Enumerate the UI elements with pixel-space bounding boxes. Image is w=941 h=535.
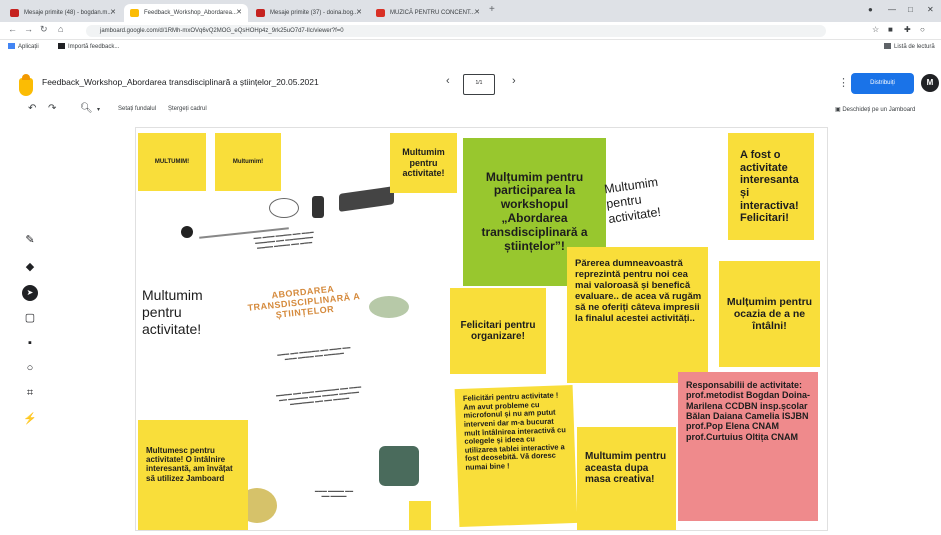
account-icon[interactable]: ○ (920, 25, 925, 34)
reading-list-label: Listă de lectură (894, 44, 935, 50)
pen-icon[interactable]: ✎ (22, 232, 38, 248)
textbox-icon[interactable]: ⌗ (22, 385, 38, 401)
reading-list[interactable]: Listă de lectură (884, 43, 935, 50)
sticky-note[interactable]: Multumim! (215, 133, 281, 191)
poster-details-text: ▬▬▬▬ ▬▬ ▬▬▬ ▬▬▬▬▬▬ ▬▬ ▬▬▬ ▬▬ ▬▬▬▬▬ ▬▬▬ ▬▬… (275, 383, 362, 407)
youtube-icon (376, 9, 385, 17)
sticky-note[interactable]: Multumim pentru activitate! (390, 133, 457, 193)
url-field[interactable]: jamboard.google.com/d/1RMh-mxOVq6vQ2MOG_… (86, 25, 826, 37)
browser-tab[interactable]: Mesaje primite (37) - doina.bog... ✕ (250, 4, 368, 22)
previous-frame-icon[interactable]: ‹ (446, 75, 450, 87)
new-tab-button[interactable]: + (489, 4, 495, 15)
reload-icon[interactable]: ↻ (40, 24, 48, 35)
close-tab-icon[interactable]: ✕ (474, 4, 480, 22)
jamboard-canvas[interactable]: ▬▬ ▬▬▬ ▬▬▬▬ ▬▬ ▬▬▬ ▬▬▬▬▬ ▬▬ ▬▬▬▬▬▬▬ ▬▬▬▬ ▬… (135, 127, 828, 531)
poster-footer-text: ▬▬▬ ▬▬▬▬ ▬▬ ▬▬ ▬▬▬▬ (314, 488, 354, 498)
bookmark-apps[interactable]: Aplicații (8, 43, 39, 50)
eraser-icon[interactable]: ◆ (22, 259, 38, 275)
open-in-jamboard-link[interactable]: ▣ Deschideți pe un Jamboard (835, 106, 915, 113)
reading-list-icon (884, 43, 891, 49)
select-icon[interactable]: ➤ (22, 285, 38, 301)
text-box[interactable]: Multumim pentru activitate! (142, 287, 237, 337)
open-jamboard-label: Deschideți pe un Jamboard (842, 107, 916, 113)
tab-label: MUZICĂ PENTRU CONCENT... (390, 10, 476, 16)
image-icon[interactable]: ▪ (22, 335, 38, 351)
browser-tab[interactable]: Mesaje primite (48) - bogdan.m... ✕ (4, 4, 122, 22)
poster-body-text: ▬▬▬ ▬▬ ▬▬▬▬▬ ▬▬ ▬▬▬ ▬▬ ▬▬▬ ▬▬▬▬ ▬▬ ▬▬▬▬▬ (276, 344, 351, 362)
zoom-icon[interactable]: 🔍︎ (80, 103, 93, 114)
jamboard-icon (130, 9, 139, 17)
document-title[interactable]: Feedback_Workshop_Abordarea transdiscipl… (42, 77, 319, 87)
undo-icon[interactable]: ↶ (28, 103, 36, 114)
set-background-button[interactable]: Setați fundalul (118, 106, 156, 112)
tab-label: Mesaje primite (37) - doina.bog... (270, 10, 359, 16)
forward-icon[interactable]: → (24, 24, 33, 34)
share-button[interactable]: Distribuiți (851, 73, 914, 94)
home-icon[interactable]: ⌂ (58, 24, 63, 34)
close-tab-icon[interactable]: ✕ (236, 4, 242, 22)
cnam-logo-icon (339, 186, 394, 212)
sticky-note[interactable]: Multumim pentru aceasta dupa masa creati… (577, 427, 676, 530)
close-tab-icon[interactable]: ✕ (356, 4, 362, 22)
profile-icon[interactable]: ● (868, 5, 873, 14)
crest-icon (312, 196, 324, 218)
sticky-note[interactable]: Felicitari pentru organizare! (450, 288, 546, 374)
sticky-note[interactable]: A fost o activitate interesanta și inter… (728, 133, 814, 240)
redo-icon[interactable]: ↷ (48, 103, 56, 114)
next-frame-icon[interactable]: › (512, 75, 516, 87)
clear-frame-button[interactable]: Ștergeți cadrul (168, 106, 207, 112)
jam-toolbar: ↶ ↷ 🔍︎ ▾ Setați fundalul Ștergeți cadrul (0, 103, 941, 121)
back-icon[interactable]: ← (8, 24, 17, 34)
school-logo-icon (269, 198, 299, 218)
browser-tab-active[interactable]: Feedback_Workshop_Abordarea... ✕ (124, 4, 248, 22)
browser-tab-strip: Mesaje primite (48) - bogdan.m... ✕ Feed… (0, 0, 941, 22)
share-label: Distribuiți (870, 80, 895, 86)
bookmark-label: Importă feedback... (68, 44, 120, 50)
bookmark-icon (58, 43, 65, 49)
close-window-icon[interactable]: ✕ (927, 5, 934, 14)
url-text: jamboard.google.com/d/1RMh-mxOVq6vQ2MOG_… (100, 28, 344, 34)
poster-title: ABORDAREA TRANSDISCIPLINARĂ A ȘTIINȚELOR (247, 283, 361, 320)
sticky-note-icon[interactable]: ▢ (22, 310, 38, 326)
apps-grid-icon (8, 43, 15, 49)
sticky-note-pink[interactable]: Responsabilii de activitate: prof.metodi… (678, 372, 818, 521)
bookmark-import[interactable]: Importă feedback... (58, 43, 119, 50)
tab-label: Mesaje primite (48) - bogdan.m... (24, 10, 113, 16)
extensions-icon[interactable]: ■ (888, 25, 893, 34)
handwritten-note[interactable]: Multumim pentru activitate! (603, 170, 698, 227)
laser-icon[interactable]: ⚡ (22, 411, 38, 427)
browser-tab[interactable]: MUZICĂ PENTRU CONCENT... ✕ (370, 4, 486, 22)
close-tab-icon[interactable]: ✕ (110, 4, 116, 22)
jamboard-logo[interactable] (19, 74, 33, 96)
minimize-icon[interactable]: — (888, 5, 896, 14)
tab-label: Feedback_Workshop_Abordarea... (144, 10, 237, 16)
puzzle-icon[interactable]: ✚ (904, 25, 911, 34)
gmail-icon (256, 9, 265, 17)
avatar[interactable]: M (921, 74, 939, 92)
zoom-dropdown-icon[interactable]: ▾ (97, 106, 100, 113)
sticky-note-empty[interactable] (409, 501, 431, 530)
gmail-icon (10, 9, 19, 17)
poster-lab-image (379, 446, 419, 486)
ccd-logo-icon (181, 226, 193, 238)
frame-bar-button[interactable]: 1/1 (463, 74, 495, 95)
more-options-icon[interactable]: ⋮ (838, 76, 849, 89)
bookmark-star-icon[interactable]: ☆ (872, 25, 879, 34)
shape-icon[interactable]: ○ (22, 360, 38, 376)
sticky-note[interactable]: MULTUMIM! (138, 133, 206, 191)
sticky-note[interactable]: Felicitări pentru activitate ! Am avut p… (454, 384, 578, 528)
sticky-note[interactable]: Părerea dumneavoastră reprezintă pentru … (567, 247, 708, 383)
bookmark-label: Aplicații (18, 44, 39, 50)
bookmarks-bar: Aplicații Importă feedback... Listă de l… (0, 40, 941, 54)
poster-photo (369, 296, 409, 318)
sticky-note[interactable]: Mulțumim pentru ocazia de a ne întâlni! (719, 261, 820, 367)
invitation-image[interactable]: ▬▬ ▬▬▬ ▬▬▬▬ ▬▬ ▬▬▬ ▬▬▬▬▬ ▬▬ ▬▬▬▬▬▬▬ ▬▬▬▬ ▬… (181, 186, 449, 528)
address-bar-row: ← → ↻ ⌂ jamboard.google.com/d/1RMh-mxOVq… (0, 22, 941, 40)
frame-indicator: 1/1 (475, 80, 483, 86)
maximize-icon[interactable]: □ (908, 5, 913, 14)
sticky-note[interactable]: Multumesc pentru activitate! O întâlnire… (138, 420, 248, 530)
